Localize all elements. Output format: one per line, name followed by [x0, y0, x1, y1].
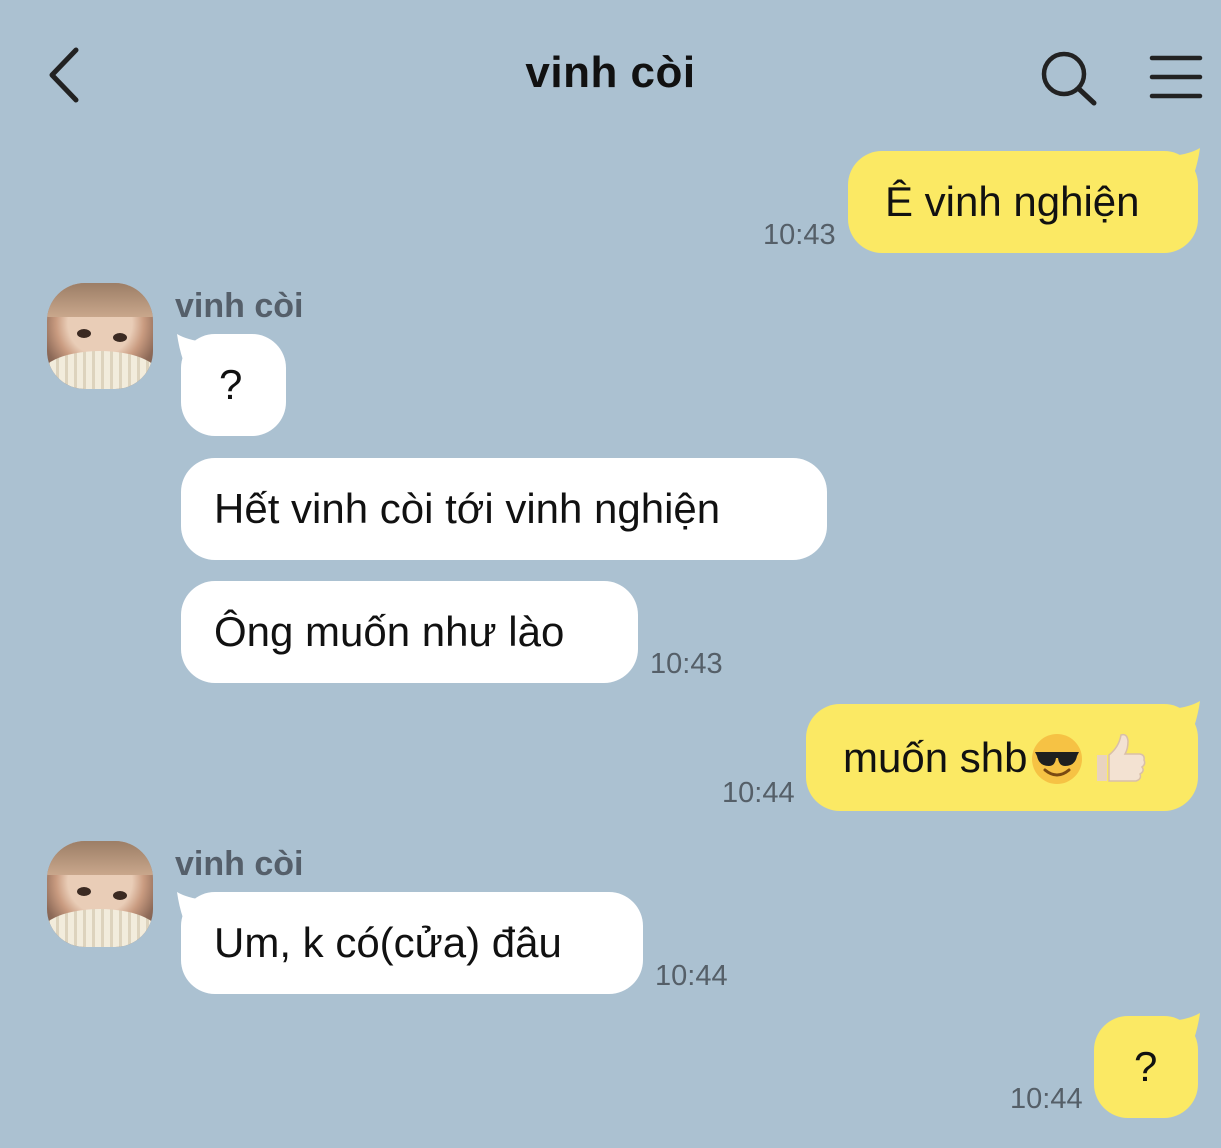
message-bubble-outgoing[interactable]: ?: [1094, 1013, 1200, 1118]
bubble-tail: [1172, 148, 1200, 174]
thumbs-up-emoji: [1097, 733, 1146, 782]
bubble-tail: [1172, 701, 1200, 727]
message-bubble-incoming[interactable]: ?: [177, 334, 286, 436]
menu-button[interactable]: [1148, 52, 1204, 102]
message-time: 10:43: [650, 648, 723, 680]
message-text: ?: [1134, 1043, 1158, 1090]
message-bubble-incoming[interactable]: Um, k có(cửa) đâu: [177, 892, 643, 994]
message-text: Ê vinh nghiện: [885, 178, 1140, 225]
message-bubble-outgoing[interactable]: Ê vinh nghiện: [848, 148, 1200, 253]
message-text: Um, k có(cửa) đâu: [214, 919, 562, 966]
bubble-tail: [177, 334, 205, 360]
bubble-tail: [177, 892, 205, 918]
search-icon: [1041, 51, 1097, 106]
chat-header: vinh còi: [0, 0, 1221, 150]
hamburger-menu-icon: [1149, 55, 1203, 99]
sender-name: vinh còi: [175, 287, 304, 325]
message-text: Hết vinh còi tới vinh nghiện: [214, 485, 721, 532]
search-button[interactable]: [1036, 48, 1102, 108]
message-time: 10:43: [763, 219, 836, 251]
message-time: 10:44: [1010, 1083, 1083, 1115]
message-text: Ông muốn như lào: [214, 608, 565, 655]
message-bubble-incoming[interactable]: Hết vinh còi tới vinh nghiện: [181, 458, 827, 560]
message-bubble-incoming[interactable]: Ông muốn như lào: [181, 581, 638, 683]
bubble-tail: [1172, 1013, 1200, 1039]
sender-name: vinh còi: [175, 845, 304, 883]
message-text: muốn shb: [843, 733, 1028, 781]
message-text: ?: [219, 361, 243, 408]
message-time: 10:44: [655, 960, 728, 992]
message-time: 10:44: [722, 777, 795, 809]
avatar[interactable]: [47, 283, 153, 389]
avatar[interactable]: [47, 841, 153, 947]
smiling-face-with-sunglasses-emoji: [1032, 733, 1083, 784]
message-bubble-outgoing[interactable]: muốn shb: [806, 701, 1200, 811]
